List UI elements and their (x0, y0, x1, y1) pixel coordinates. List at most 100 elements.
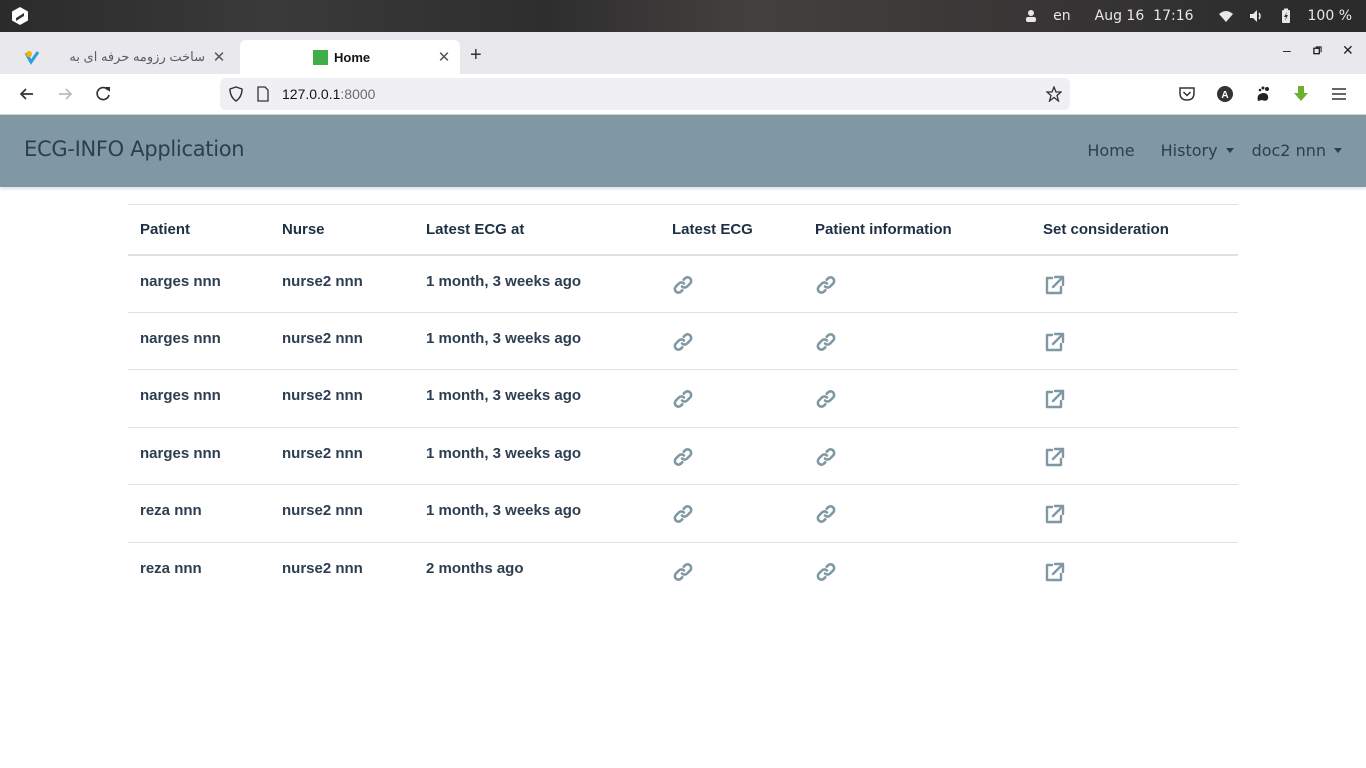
app-brand[interactable]: ECG-INFO Application (24, 137, 245, 161)
cell-nurse: nurse2 nnn (270, 254, 414, 313)
cell-nurse: nurse2 nnn (270, 312, 414, 370)
battery-icon[interactable] (1278, 8, 1294, 24)
cell-latest-ecg-at: 1 month, 3 weeks ago (414, 369, 660, 428)
extension-gnome-icon[interactable] (1254, 85, 1272, 103)
app-navbar: ECG-INFO Application Home History doc2 n… (0, 115, 1366, 187)
menu-hamburger-icon[interactable] (1330, 85, 1348, 103)
patient-info-link-icon[interactable] (815, 505, 837, 529)
patient-info-link-icon[interactable] (815, 390, 837, 414)
bookmark-star-icon[interactable] (1046, 86, 1062, 102)
volume-icon[interactable] (1248, 8, 1264, 24)
table-row: narges nnn nurse2 nnn 1 month, 3 weeks ago (128, 254, 1238, 313)
account-avatar-icon[interactable]: A (1216, 85, 1234, 103)
cell-nurse: nurse2 nnn (282, 559, 363, 577)
cell-set-consideration (1031, 369, 1238, 428)
url-port: :8000 (340, 86, 376, 102)
latest-ecg-link-icon[interactable] (672, 562, 694, 587)
patient-info-link-icon[interactable] (815, 562, 837, 587)
nav-home-label: Home (1087, 141, 1135, 160)
latest-ecg-link-icon[interactable] (672, 505, 694, 529)
minimize-button[interactable]: – (1283, 42, 1291, 58)
cell-latest-ecg (660, 542, 803, 600)
latest-ecg-link-icon[interactable] (672, 447, 694, 472)
table-row: narges nnn nurse2 nnn 1 month, 3 weeks ago (128, 427, 1238, 485)
patient-info-link-icon[interactable] (815, 332, 837, 357)
cell-patient: reza nnn (140, 559, 202, 577)
set-consideration-external-link-icon[interactable] (1043, 562, 1065, 587)
table-header-row: Patient Nurse Latest ECG at Latest ECG P… (128, 204, 1238, 256)
set-consideration-external-link-icon[interactable] (1043, 332, 1065, 357)
table-row: reza nnn nurse2 nnn 2 months ago (128, 542, 1238, 600)
url-text: 127.0.0.1:8000 (282, 86, 375, 102)
app-nav-links: Home History doc2 nnn (1061, 141, 1342, 160)
header-latest-ecg: Latest ECG (660, 204, 803, 256)
patient-info-link-icon[interactable] (815, 275, 837, 300)
set-consideration-external-link-icon[interactable] (1043, 447, 1065, 472)
cell-latest-ecg-at: 2 months ago (426, 559, 524, 577)
svg-text:A: A (1221, 90, 1228, 101)
os-top-bar: en Aug 16 17:16 100 % (0, 0, 1366, 32)
cell-set-consideration (1031, 312, 1238, 370)
cell-patient-information (803, 369, 1031, 428)
cell-patient-information (803, 484, 1031, 543)
reload-icon[interactable] (93, 84, 113, 104)
table-row: narges nnn nurse2 nnn 1 month, 3 weeks ago (128, 312, 1238, 370)
header-nurse: Nurse (270, 204, 414, 256)
os-logo-icon[interactable] (10, 6, 30, 26)
back-arrow-icon[interactable] (17, 84, 37, 104)
cell-latest-ecg-at: 1 month, 3 weeks ago (414, 484, 660, 543)
nav-user-label: doc2 nnn (1251, 141, 1326, 160)
caret-down-icon (1334, 148, 1342, 153)
pocket-icon[interactable] (1178, 85, 1196, 103)
close-window-button[interactable]: ✕ (1342, 42, 1354, 59)
cell-latest-ecg (660, 254, 803, 313)
cell-patient: narges nnn (128, 369, 270, 428)
tab-title: Home (334, 49, 371, 65)
forward-arrow-icon[interactable] (55, 84, 75, 104)
tab-close-icon[interactable]: ✕ (434, 48, 454, 66)
patient-info-link-icon[interactable] (815, 447, 837, 472)
tab-title: ساخت رزومه حرفه ای به (69, 49, 205, 64)
wifi-icon[interactable] (1218, 8, 1234, 24)
cell-latest-ecg-at: 1 month, 3 weeks ago (414, 427, 660, 485)
cell-nurse: nurse2 nnn (270, 369, 414, 428)
latest-ecg-link-icon[interactable] (672, 275, 694, 300)
page-info-icon[interactable] (256, 86, 270, 102)
cell-set-consideration (1031, 427, 1238, 485)
clock[interactable]: Aug 16 17:16 (1095, 8, 1194, 24)
set-consideration-external-link-icon[interactable] (1043, 389, 1065, 414)
address-bar[interactable]: 127.0.0.1:8000 (220, 78, 1070, 110)
cell-set-consideration (1031, 484, 1238, 543)
battery-percent: 100 % (1307, 8, 1352, 24)
set-consideration-external-link-icon[interactable] (1043, 275, 1065, 300)
cell-set-consideration (1031, 542, 1238, 600)
header-latest-ecg-at: Latest ECG at (414, 204, 660, 256)
user-notification-icon[interactable] (1023, 8, 1039, 24)
maximize-button[interactable] (1313, 46, 1322, 55)
site-favicon-icon (24, 51, 40, 65)
cell-latest-ecg-at: 1 month, 3 weeks ago (414, 312, 660, 370)
tracking-protection-shield-icon[interactable] (228, 86, 244, 102)
browser-toolbar: 127.0.0.1:8000 (0, 74, 1366, 115)
nav-history-dropdown[interactable]: History (1161, 141, 1234, 160)
nav-user-dropdown[interactable]: doc2 nnn (1252, 141, 1342, 160)
table-row: reza nnn nurse2 nnn 1 month, 3 weeks ago (128, 484, 1238, 543)
set-consideration-external-link-icon[interactable] (1043, 504, 1065, 529)
cell-patient-information (803, 312, 1031, 370)
new-tab-button[interactable]: + (470, 44, 482, 67)
cell-latest-ecg-at: 1 month, 3 weeks ago (414, 254, 660, 313)
keyboard-language[interactable]: en (1053, 8, 1071, 24)
nav-home-link[interactable]: Home (1087, 141, 1134, 160)
cell-patient-information (803, 254, 1031, 313)
latest-ecg-link-icon[interactable] (672, 332, 694, 357)
cell-latest-ecg (660, 427, 803, 485)
header-set-consideration: Set consideration (1031, 204, 1238, 256)
download-extension-icon[interactable] (1292, 85, 1310, 103)
tab-resume-builder[interactable]: ساخت رزومه حرفه ای به ✕ (10, 40, 235, 74)
tab-close-icon[interactable]: ✕ (209, 48, 229, 66)
tab-home[interactable]: Home ✕ (240, 40, 460, 74)
cell-latest-ecg (660, 369, 803, 428)
cell-latest-ecg (660, 484, 803, 543)
latest-ecg-link-icon[interactable] (672, 390, 694, 414)
date-label: Aug 16 (1094, 8, 1145, 24)
